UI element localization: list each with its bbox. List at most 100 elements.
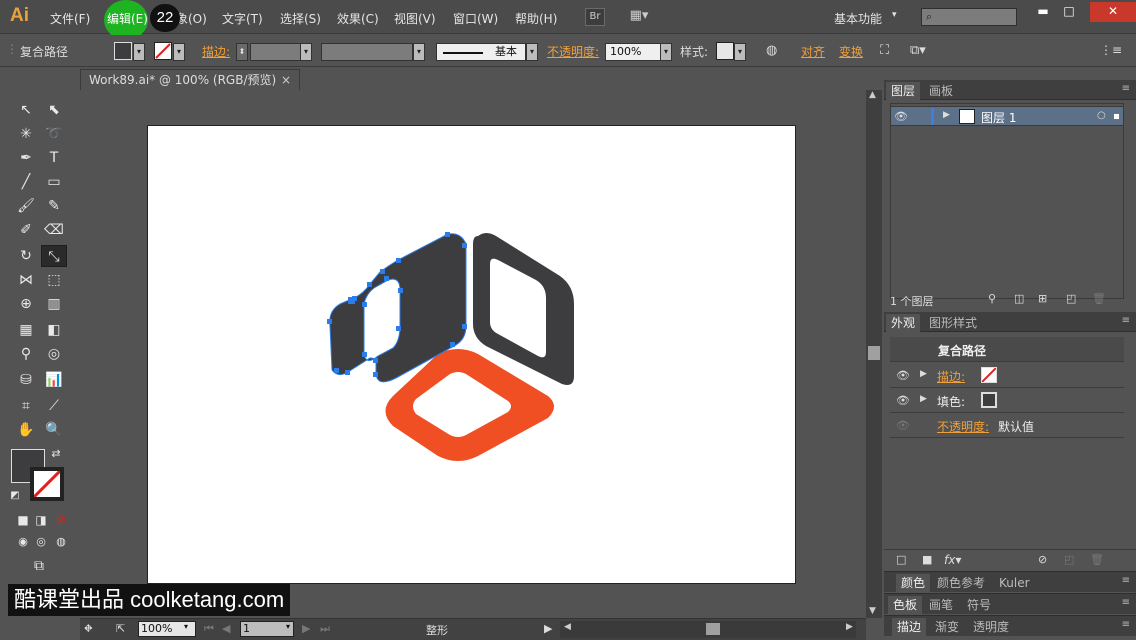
control-panel-menu-icon[interactable]: ⋮≡	[1100, 43, 1122, 57]
appearance-opacity-row[interactable]: 👁 不透明度: 默认值	[890, 413, 1124, 438]
rotate-tool-icon[interactable]: ↻	[13, 245, 39, 267]
appearance-fill-row[interactable]: 👁 ▶ 填色:	[890, 388, 1124, 413]
expand-fill-icon[interactable]: ▶	[920, 394, 927, 404]
selection-indicator[interactable]	[1113, 113, 1120, 120]
recolor-artwork-icon[interactable]: ◍	[766, 43, 777, 58]
fill-dropdown-icon[interactable]: ▾	[133, 43, 145, 61]
line-tool-icon[interactable]: ╱	[13, 171, 39, 193]
profile-dropdown-icon[interactable]: ▾	[413, 43, 425, 61]
menu-help[interactable]: 帮助(H)	[515, 10, 557, 27]
mesh-tool-icon[interactable]: ▦	[13, 319, 39, 341]
align-link[interactable]: 对齐	[801, 43, 825, 60]
swatches-panel-menu-icon[interactable]: ≡	[1122, 597, 1130, 608]
reshape-tool-icon[interactable]: ⤡	[41, 245, 67, 267]
tab-graphic-styles[interactable]: 图形样式	[924, 314, 982, 332]
stroke-panel-menu-icon[interactable]: ≡	[1122, 619, 1130, 630]
zoom-tool-icon[interactable]: 🔍	[41, 419, 67, 441]
opacity-label[interactable]: 不透明度:	[547, 43, 599, 60]
share-icon[interactable]: ⇱	[116, 622, 125, 635]
appearance-stroke-row[interactable]: 👁 ▶ 描边:	[890, 363, 1124, 388]
document-tab[interactable]: Work89.ai* @ 100% (RGB/预览) ×	[80, 69, 300, 90]
workspace-dropdown-icon[interactable]: ▾	[892, 10, 897, 20]
tab-stroke[interactable]: 描边	[892, 618, 927, 636]
next-artboard-icon[interactable]: ▶	[302, 622, 310, 635]
width-tool-icon[interactable]: ⋈	[13, 269, 39, 291]
slice-tool-icon[interactable]: ⟋	[41, 395, 67, 417]
appearance-panel-menu-icon[interactable]: ≡	[1122, 315, 1130, 326]
horizontal-scrollbar[interactable]: ◀ ▶	[560, 621, 856, 638]
fill-visibility-eye-icon[interactable]: 👁	[896, 394, 910, 407]
blend-tool-icon[interactable]: ◎	[41, 343, 67, 365]
brush-dropdown-icon[interactable]: ▾	[526, 43, 538, 61]
menu-edit[interactable]: 编辑(E)	[107, 10, 148, 27]
artboard-navigation-icon[interactable]: ⛖	[84, 622, 93, 636]
scroll-left-icon[interactable]: ◀	[564, 622, 571, 632]
isolate-group-icon[interactable]: ⛶	[880, 43, 889, 58]
new-layer-icon[interactable]: ◰	[1066, 292, 1076, 305]
stroke-weight-label[interactable]: 描边:	[202, 43, 230, 60]
tab-kuler[interactable]: Kuler	[994, 574, 1035, 592]
scroll-right-icon[interactable]: ▶	[846, 622, 853, 632]
layers-panel-menu-icon[interactable]: ≡	[1122, 83, 1130, 94]
vertical-scrollbar[interactable]: ▲ ▼	[866, 90, 882, 618]
stroke-weight-stepper[interactable]: ⬍	[236, 43, 248, 61]
default-colors-icon[interactable]: ◩	[8, 485, 22, 507]
selection-tool-icon[interactable]: ↖	[13, 99, 39, 121]
tab-brushes[interactable]: 画笔	[924, 596, 958, 614]
delete-layer-icon[interactable]: 🗑	[1092, 292, 1106, 305]
menu-view[interactable]: 视图(V)	[394, 10, 436, 27]
vertical-scroll-thumb[interactable]	[868, 346, 880, 360]
close-window-icon[interactable]: ✕	[1090, 2, 1136, 22]
prev-artboard-icon[interactable]: ◀	[222, 622, 230, 635]
close-document-icon[interactable]: ×	[281, 70, 291, 90]
menu-file[interactable]: 文件(F)	[50, 10, 90, 27]
add-new-fill-icon[interactable]: ■	[922, 553, 932, 566]
add-effect-icon[interactable]: fx▾	[944, 553, 961, 567]
free-transform-tool-icon[interactable]: ⬚	[41, 269, 67, 291]
locate-object-icon[interactable]: ⚲	[988, 292, 996, 305]
menu-window[interactable]: 窗口(W)	[453, 10, 498, 27]
tab-color-guide[interactable]: 颜色参考	[932, 574, 990, 592]
blob-brush-tool-icon[interactable]: ✐	[13, 219, 39, 241]
eyedropper-tool-icon[interactable]: ⚲	[13, 343, 39, 365]
stroke-visibility-eye-icon[interactable]: 👁	[896, 369, 910, 382]
zoom-dropdown-icon[interactable]: ▾	[184, 622, 188, 631]
search-input[interactable]: ⌕	[921, 8, 1017, 26]
status-menu-icon[interactable]: ▶	[544, 622, 552, 635]
symbol-sprayer-tool-icon[interactable]: ⛁	[13, 369, 39, 391]
duplicate-item-icon[interactable]: ◰	[1064, 553, 1074, 566]
last-artboard-icon[interactable]: ⏭	[320, 622, 330, 636]
appearance-stroke-swatch[interactable]	[981, 367, 997, 383]
tab-layers[interactable]: 图层	[886, 82, 921, 100]
variable-width-profile[interactable]	[321, 43, 413, 61]
first-artboard-icon[interactable]: ⏮	[204, 622, 214, 636]
color-panel-menu-icon[interactable]: ≡	[1122, 575, 1130, 586]
fill-swatch[interactable]	[114, 42, 132, 60]
clear-appearance-icon[interactable]: ⊘	[1038, 553, 1047, 566]
shape-builder-tool-icon[interactable]: ⊕	[13, 293, 39, 315]
pen-tool-icon[interactable]: ✒	[13, 147, 39, 169]
scroll-up-icon[interactable]: ▲	[869, 90, 876, 100]
tab-transparency[interactable]: 透明度	[968, 618, 1014, 636]
appearance-fill-swatch[interactable]	[981, 392, 997, 408]
new-sublayer-icon[interactable]: ⊞	[1038, 292, 1047, 305]
paintbrush-tool-icon[interactable]: 🖌	[13, 195, 39, 217]
target-icon[interactable]: ○	[1097, 110, 1106, 121]
maximize-icon[interactable]: □	[1052, 2, 1086, 22]
tab-symbols[interactable]: 符号	[962, 596, 996, 614]
arrange-documents-icon[interactable]: ▦▾	[625, 8, 653, 26]
stroke-weight-field[interactable]	[250, 43, 302, 61]
transform-link[interactable]: 变换	[839, 43, 863, 60]
rectangle-tool-icon[interactable]: ▭	[41, 171, 67, 193]
expand-stroke-icon[interactable]: ▶	[920, 369, 927, 379]
tab-swatches[interactable]: 色板	[888, 596, 923, 614]
add-new-stroke-icon[interactable]: □	[896, 553, 906, 566]
graphic-style-swatch[interactable]	[716, 42, 734, 60]
appearance-stroke-label[interactable]: 描边:	[937, 368, 965, 385]
menu-effect[interactable]: 效果(C)	[337, 10, 379, 27]
tab-color[interactable]: 颜色	[896, 574, 931, 592]
tab-gradient[interactable]: 渐变	[930, 618, 964, 636]
brush-style-field[interactable]: 基本	[436, 43, 526, 61]
layer-row[interactable]: 👁 ▶ 图层 1 ○	[890, 106, 1124, 126]
direct-selection-tool-icon[interactable]: ⬉	[41, 99, 67, 121]
